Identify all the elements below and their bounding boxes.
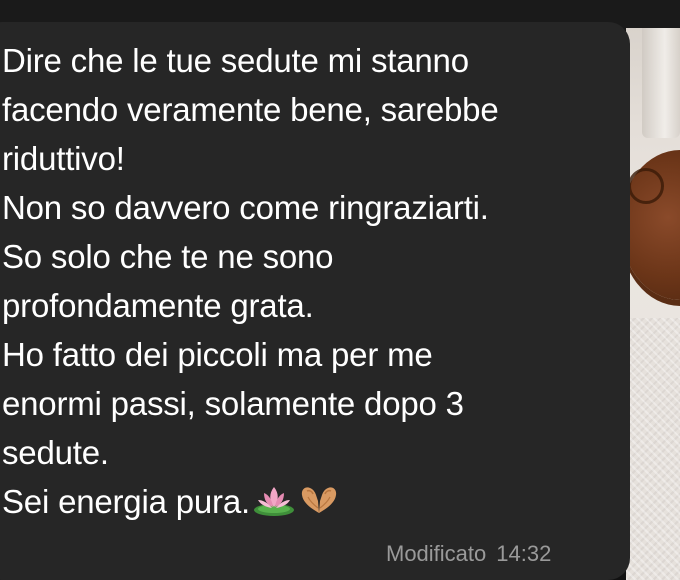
message-line: Non so davvero come ringraziarti. [2,189,489,226]
wallpaper-glass [642,28,680,138]
message-last-line: Sei energia pura. [2,477,602,530]
message-text: Dire che le tue sedute mi stanno facendo… [2,36,602,530]
message-line: enormi passi, solamente dopo 3 [2,385,464,422]
message-line: Sei energia pura. [2,483,250,520]
message-line: profondamente grata. [2,287,314,324]
message-line: So solo che te ne sono [2,238,334,275]
chat-screen: Dire che le tue sedute mi stanno facendo… [0,0,680,580]
message-line: Ho fatto dei piccoli ma per me [2,336,433,373]
edited-label: Modificato [386,541,487,566]
message-line: Dire che le tue sedute mi stanno [2,42,469,79]
heart-hands-icon [298,481,340,530]
message-line: sedute. [2,434,109,471]
lotus-icon [252,481,296,530]
message-meta: Modificato 14:32 [386,539,616,569]
message-line: riduttivo! [2,140,125,177]
message-line: facendo veramente bene, sarebbe [2,91,499,128]
message-time: 14:32 [496,541,552,566]
wallpaper-cloth [626,318,680,580]
chat-wallpaper [626,28,680,580]
wallpaper-coaster [626,150,680,300]
